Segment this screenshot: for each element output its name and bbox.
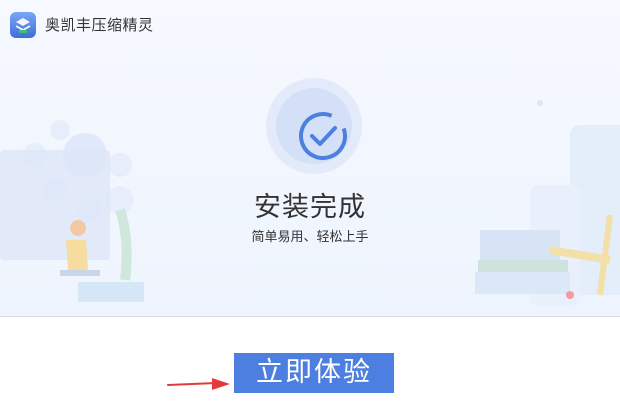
status-check-badge [266, 78, 362, 174]
red-arrow-icon [167, 378, 230, 390]
app-logo-icon [10, 12, 36, 38]
status-heading: 安装完成 [254, 192, 366, 223]
try-now-button[interactable]: 立即体验 [234, 353, 394, 393]
install-complete-panel: 奥凯丰压缩精灵 安装完成 简单易用、轻松上手 [0, 0, 620, 316]
app-title: 奥凯丰压缩精灵 [45, 16, 154, 34]
check-circle-icon [299, 112, 347, 160]
divider [0, 316, 620, 317]
status-subheading: 简单易用、轻松上手 [251, 230, 369, 245]
